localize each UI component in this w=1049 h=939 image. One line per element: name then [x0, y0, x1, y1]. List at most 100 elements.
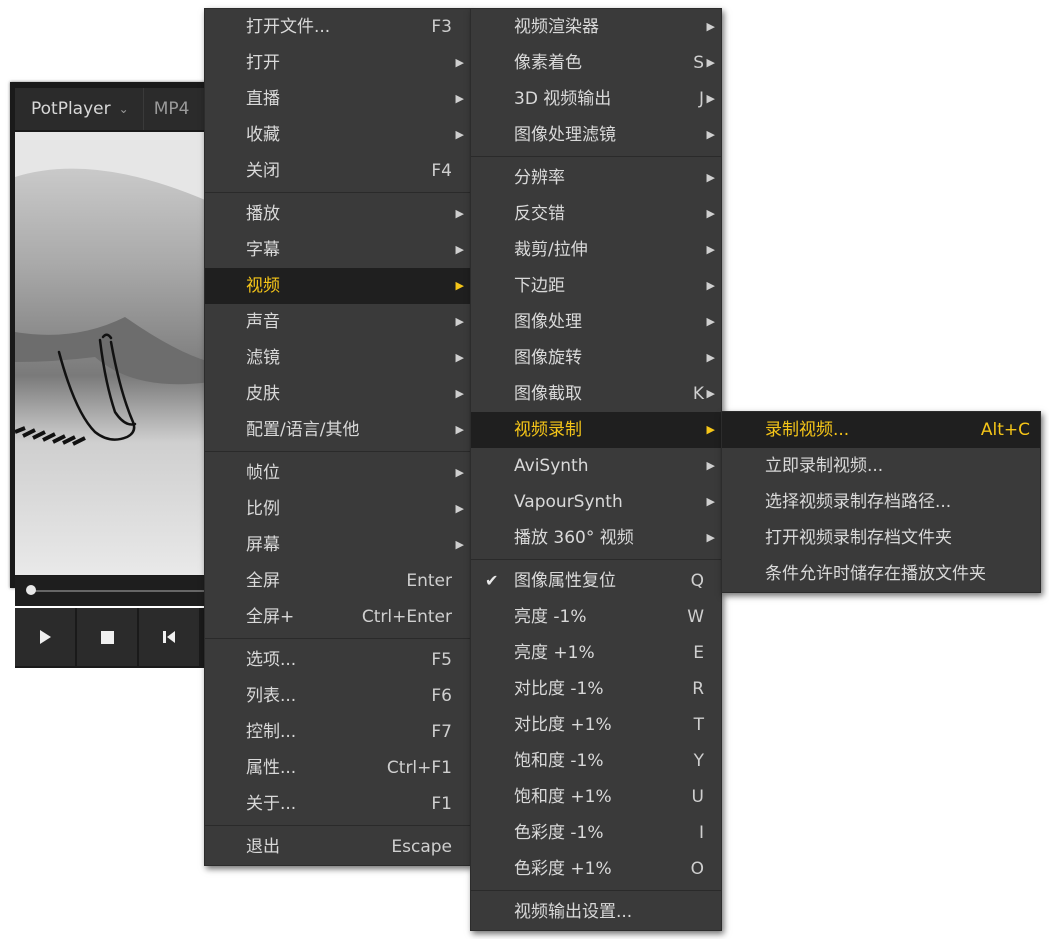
video-menu-item[interactable]: 分辨率 ▶ — [471, 160, 721, 196]
main-menu-item[interactable]: 播放 ▶ — [205, 196, 470, 232]
main-menu-item[interactable]: 皮肤 ▶ — [205, 376, 470, 412]
menu-separator — [205, 822, 470, 829]
video-menu-item[interactable]: 像素着色 S ▶ — [471, 45, 721, 81]
menu-item-label: 全屏+ — [246, 607, 295, 627]
video-menu-item[interactable]: ✔ 图像属性复位 Q — [471, 563, 721, 599]
menu-item-label: AviSynth — [514, 456, 589, 476]
record-menu-item[interactable]: 条件允许时储存在播放文件夹 — [722, 556, 1040, 592]
seek-handle[interactable] — [26, 585, 36, 595]
menu-item-label: 录制视频... — [765, 420, 850, 440]
submenu-arrow-icon: ▶ — [455, 466, 464, 479]
menu-item-label: 打开 — [246, 53, 280, 73]
main-menu-item[interactable]: 选项... F5 — [205, 642, 470, 678]
video-menu-item[interactable]: 饱和度 +1% U — [471, 779, 721, 815]
record-menu-item[interactable]: 立即录制视频... — [722, 448, 1040, 484]
video-menu-item[interactable]: 对比度 +1% T — [471, 707, 721, 743]
submenu-arrow-icon: ▶ — [455, 56, 464, 69]
play-button[interactable] — [15, 608, 75, 666]
submenu-arrow-icon: ▶ — [706, 128, 715, 141]
seek-bar[interactable] — [15, 576, 210, 606]
menu-item-shortcut: Ctrl+F1 — [386, 758, 452, 778]
menu-item-label: 控制... — [246, 722, 297, 742]
video-menu-item[interactable]: 饱和度 -1% Y — [471, 743, 721, 779]
main-menu-item[interactable]: 帧位 ▶ — [205, 455, 470, 491]
main-menu-item[interactable]: 关闭 F4 — [205, 153, 470, 189]
video-frame[interactable] — [15, 132, 210, 575]
main-menu-item[interactable]: 关于... F1 — [205, 786, 470, 822]
menu-item-label: 图像处理滤镜 — [514, 125, 616, 145]
menu-separator — [471, 887, 721, 894]
video-menu-item[interactable]: 图像旋转 ▶ — [471, 340, 721, 376]
video-menu-item[interactable]: 图像截取 K ▶ — [471, 376, 721, 412]
video-menu-item[interactable]: 色彩度 -1% I — [471, 815, 721, 851]
video-menu-item[interactable]: 下边距 ▶ — [471, 268, 721, 304]
video-menu-item[interactable]: 对比度 -1% R — [471, 671, 721, 707]
main-menu-item[interactable]: 列表... F6 — [205, 678, 470, 714]
main-menu-item[interactable]: 退出 Escape — [205, 829, 470, 865]
video-menu-item[interactable]: 色彩度 +1% O — [471, 851, 721, 887]
video-menu-item[interactable]: 3D 视频输出 J ▶ — [471, 81, 721, 117]
submenu-arrow-icon: ▶ — [706, 20, 715, 33]
main-menu-item[interactable]: 全屏+ Ctrl+Enter — [205, 599, 470, 635]
main-menu-item[interactable]: 控制... F7 — [205, 714, 470, 750]
main-menu-item[interactable]: 屏幕 ▶ — [205, 527, 470, 563]
app-name[interactable]: PotPlayer — [15, 99, 111, 119]
menu-item-label: 帧位 — [246, 463, 280, 483]
video-menu-item[interactable]: 裁剪/拉伸 ▶ — [471, 232, 721, 268]
submenu-arrow-icon: ▶ — [455, 502, 464, 515]
main-menu-item[interactable]: 收藏 ▶ — [205, 117, 470, 153]
main-menu-item[interactable]: 直播 ▶ — [205, 81, 470, 117]
record-menu-item[interactable]: 录制视频... Alt+C — [722, 412, 1040, 448]
video-menu-item[interactable]: VapourSynth ▶ — [471, 484, 721, 520]
menu-item-label: 直播 — [246, 89, 280, 109]
menu-item-label: 播放 — [246, 204, 280, 224]
menu-item-shortcut: O — [690, 859, 704, 879]
record-menu-item[interactable]: 选择视频录制存档路径... — [722, 484, 1040, 520]
main-menu-item[interactable]: 打开文件... F3 — [205, 9, 470, 45]
submenu-arrow-icon: ▶ — [706, 495, 715, 508]
video-menu-item[interactable]: 播放 360° 视频 ▶ — [471, 520, 721, 556]
previous-button[interactable] — [139, 608, 199, 666]
main-menu-item[interactable]: 视频 ▶ — [205, 268, 470, 304]
main-menu-item[interactable]: 配置/语言/其他 ▶ — [205, 412, 470, 448]
main-menu-item[interactable]: 字幕 ▶ — [205, 232, 470, 268]
video-menu-item[interactable]: 亮度 +1% E — [471, 635, 721, 671]
menu-separator — [471, 153, 721, 160]
video-submenu: 视频渲染器 ▶ 像素着色 S ▶ 3D 视频输出 J ▶ 图像处理滤镜 ▶ 分辨率 ▶ 反交错 ▶ 裁剪/拉… — [470, 8, 722, 931]
main-menu-item[interactable]: 全屏 Enter — [205, 563, 470, 599]
menu-item-label: 饱和度 +1% — [514, 787, 612, 807]
main-context-menu: 打开文件... F3 打开 ▶ 直播 ▶ 收藏 ▶ 关闭 F4 播放 ▶ 字幕 ▶ 视频 ▶ 声音 ▶ 滤镜 ▶ 皮肤 ▶… — [204, 8, 471, 866]
play-icon — [40, 630, 51, 644]
menu-item-label: 图像旋转 — [514, 348, 582, 368]
main-menu-item[interactable]: 属性... Ctrl+F1 — [205, 750, 470, 786]
video-menu-item[interactable]: 图像处理 ▶ — [471, 304, 721, 340]
menu-item-label: 3D 视频输出 — [514, 89, 612, 109]
seek-track[interactable] — [32, 590, 210, 592]
main-menu-item[interactable]: 打开 ▶ — [205, 45, 470, 81]
video-menu-item[interactable]: AviSynth ▶ — [471, 448, 721, 484]
video-menu-item[interactable]: 视频录制 ▶ — [471, 412, 721, 448]
menu-item-shortcut: F1 — [431, 794, 452, 814]
menu-item-label: 配置/语言/其他 — [246, 420, 360, 440]
video-menu-item[interactable]: 视频渲染器 ▶ — [471, 9, 721, 45]
playback-controls — [15, 608, 210, 668]
menu-item-label: 字幕 — [246, 240, 280, 260]
menu-item-label: 关于... — [246, 794, 297, 814]
video-menu-item[interactable]: 反交错 ▶ — [471, 196, 721, 232]
stop-button[interactable] — [77, 608, 137, 666]
record-menu-item[interactable]: 打开视频录制存档文件夹 — [722, 520, 1040, 556]
menu-item-label: 像素着色 — [514, 53, 582, 73]
main-menu-item[interactable]: 比例 ▶ — [205, 491, 470, 527]
menu-item-label: 收藏 — [246, 125, 280, 145]
main-menu-item[interactable]: 声音 ▶ — [205, 304, 470, 340]
chevron-down-icon[interactable]: ⌄ — [119, 102, 129, 116]
main-menu-item[interactable]: 滤镜 ▶ — [205, 340, 470, 376]
menu-item-shortcut: F4 — [431, 161, 452, 181]
submenu-arrow-icon: ▶ — [455, 207, 464, 220]
video-menu-item[interactable]: 视频输出设置... — [471, 894, 721, 930]
menu-item-shortcut: Y — [693, 751, 704, 771]
video-menu-item[interactable]: 图像处理滤镜 ▶ — [471, 117, 721, 153]
skip-back-icon — [163, 631, 175, 643]
video-menu-item[interactable]: 亮度 -1% W — [471, 599, 721, 635]
submenu-arrow-icon: ▶ — [706, 459, 715, 472]
